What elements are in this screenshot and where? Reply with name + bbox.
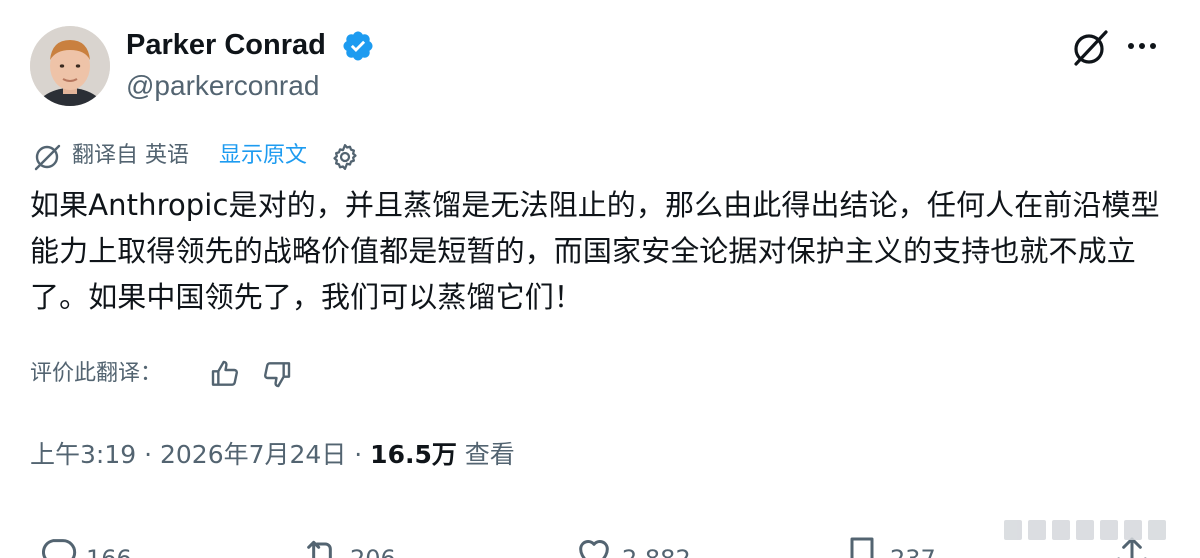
bookmark-count: 237 xyxy=(890,544,936,558)
show-original-link[interactable]: 显示原文 xyxy=(219,140,307,172)
thumbs-down-icon[interactable] xyxy=(260,358,294,390)
tweet-meta: 上午3:19 · 2026年7月24日 · 16.5万 查看 xyxy=(30,437,515,473)
meta-separator: · xyxy=(346,440,371,469)
heart-icon xyxy=(579,540,609,558)
avatar[interactable] xyxy=(30,26,110,106)
reply-count: 166 xyxy=(86,544,132,558)
more-dots-icon[interactable] xyxy=(1124,30,1160,62)
verified-badge-icon xyxy=(343,31,373,61)
watermark-logo xyxy=(1004,520,1166,540)
meta-separator: · xyxy=(136,440,160,469)
tweet-time[interactable]: 上午3:19 xyxy=(30,440,136,469)
retweet-button[interactable]: 206 xyxy=(302,534,396,558)
gear-icon[interactable] xyxy=(330,142,360,172)
reply-button[interactable]: 166 xyxy=(38,534,132,558)
like-button[interactable]: 2,882 xyxy=(574,534,691,558)
bookmark-icon xyxy=(850,537,874,558)
author-handle[interactable]: @parkerconrad xyxy=(126,68,319,104)
like-count: 2,882 xyxy=(622,544,691,558)
reply-icon xyxy=(41,539,77,558)
translated-from-label: 翻译自 英语 xyxy=(72,143,189,168)
thumbs-up-icon[interactable] xyxy=(208,358,242,390)
grok-icon[interactable] xyxy=(1068,26,1112,70)
retweet-count: 206 xyxy=(350,544,396,558)
translate-icon xyxy=(34,144,61,171)
author-display-name[interactable]: Parker Conrad xyxy=(126,26,326,64)
rate-translation-label: 评价此翻译： xyxy=(30,361,163,386)
views-count: 16.5万 xyxy=(370,440,457,469)
retweet-icon xyxy=(307,540,332,558)
avatar-image xyxy=(30,26,110,106)
views-label: 查看 xyxy=(456,440,515,469)
bookmark-button[interactable]: 237 xyxy=(842,534,936,558)
tweet-date[interactable]: 2026年7月24日 xyxy=(160,440,346,469)
tweet-text: 如果Anthropic是对的，并且蒸馏是无法阻止的，那么由此得出结论，任何人在前… xyxy=(30,188,1160,314)
